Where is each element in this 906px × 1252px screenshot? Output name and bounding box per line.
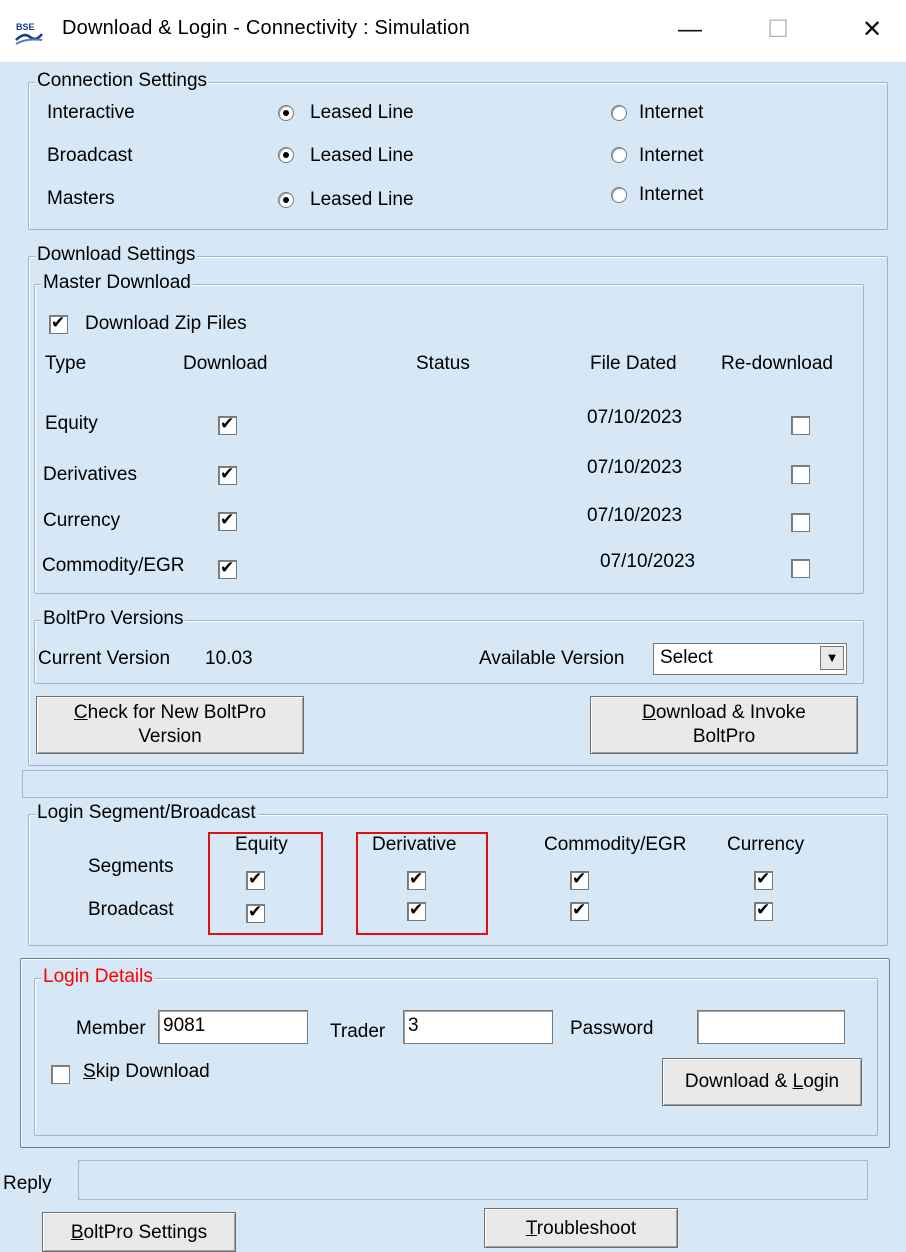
- commodity-egr-file-dated: 07/10/2023: [600, 551, 696, 572]
- check-new-version-label-line2: Version: [138, 726, 202, 747]
- troubleshoot-label: Troubleshoot: [525, 1218, 637, 1239]
- currency-segments-checkbox[interactable]: [754, 869, 773, 890]
- boltpro-settings-button[interactable]: BoltPro Settings: [42, 1212, 236, 1252]
- broadcast-internet-radio[interactable]: [611, 147, 627, 163]
- member-input[interactable]: 9081: [158, 1010, 308, 1044]
- currency-column-label: Currency: [727, 834, 805, 855]
- title-bar[interactable]: BSE Download & Login - Connectivity : Si…: [0, 0, 906, 62]
- troubleshoot-button[interactable]: Troubleshoot: [484, 1208, 678, 1248]
- download-login-label: Download & Login: [684, 1071, 840, 1092]
- interactive-internet-label[interactable]: Internet: [639, 102, 703, 124]
- broadcast-label: Broadcast: [47, 145, 133, 166]
- download-zip-files-label[interactable]: Download Zip Files: [85, 313, 247, 335]
- window-title: Download & Login - Connectivity : Simula…: [62, 17, 470, 39]
- download-invoke-button[interactable]: Download & Invoke BoltPro: [590, 696, 858, 754]
- available-version-label: Available Version: [479, 648, 625, 669]
- broadcast-row-label: Broadcast: [88, 899, 174, 920]
- check-new-version-button[interactable]: Check for New BoltPro Version: [36, 696, 304, 754]
- derivatives-redownload-checkbox[interactable]: [791, 465, 810, 484]
- equity-type-label: Equity: [45, 413, 98, 434]
- redownload-column-header: Re-download: [721, 353, 833, 374]
- available-version-select[interactable]: Select ▼: [653, 643, 847, 675]
- broadcast-leased-line-radio[interactable]: [278, 147, 294, 163]
- currency-type-label: Currency: [43, 510, 121, 531]
- boltpro-settings-label: BoltPro Settings: [70, 1222, 208, 1243]
- master-download-legend: Master Download: [41, 272, 193, 294]
- broadcast-internet-label[interactable]: Internet: [639, 145, 703, 167]
- connection-settings-group: Connection Settings Interactive Leased L…: [28, 70, 888, 230]
- dropdown-arrow-icon[interactable]: ▼: [820, 646, 844, 670]
- equity-highlight-box: [208, 832, 323, 935]
- skip-download-label[interactable]: Skip Download: [83, 1061, 210, 1083]
- currency-broadcast-checkbox[interactable]: [754, 900, 773, 921]
- password-label: Password: [570, 1018, 654, 1039]
- download-column-header: Download: [183, 353, 268, 374]
- minimize-button[interactable]: —: [670, 14, 710, 46]
- download-invoke-label-line1: Download & Invoke: [642, 702, 806, 723]
- currency-download-checkbox[interactable]: [218, 510, 237, 531]
- commodity-egr-broadcast-checkbox[interactable]: [570, 900, 589, 921]
- commodity-egr-type-label: Commodity/EGR: [42, 555, 185, 576]
- download-progress-bar: [22, 770, 888, 798]
- boltpro-versions-legend: BoltPro Versions: [41, 608, 186, 630]
- file-dated-column-header: File Dated: [590, 353, 677, 374]
- interactive-label: Interactive: [47, 102, 135, 123]
- download-login-button[interactable]: Download & Login: [662, 1058, 862, 1106]
- derivatives-download-checkbox[interactable]: [218, 464, 237, 485]
- status-column-header: Status: [416, 353, 470, 374]
- commodity-egr-download-checkbox[interactable]: [218, 558, 237, 579]
- commodity-egr-column-label: Commodity/EGR: [544, 834, 687, 855]
- login-details-legend: Login Details: [41, 966, 155, 988]
- derivatives-type-label: Derivatives: [43, 464, 137, 485]
- broadcast-leased-line-label[interactable]: Leased Line: [310, 145, 414, 167]
- interactive-internet-radio[interactable]: [611, 105, 627, 121]
- member-label: Member: [76, 1018, 146, 1039]
- connection-settings-legend: Connection Settings: [35, 70, 210, 92]
- equity-redownload-checkbox[interactable]: [791, 416, 810, 435]
- derivative-highlight-box: [356, 832, 488, 935]
- current-version-label: Current Version: [38, 648, 171, 669]
- currency-file-dated: 07/10/2023: [587, 505, 683, 526]
- available-version-value: Select: [660, 647, 713, 668]
- check-new-version-label-line1: Check for New BoltPro: [73, 702, 267, 723]
- login-segment-legend: Login Segment/Broadcast: [35, 802, 258, 824]
- login-details-group: Login Details Member Trader Password Ski…: [34, 966, 878, 1136]
- masters-label: Masters: [47, 188, 115, 209]
- reply-label: Reply: [3, 1173, 52, 1194]
- equity-download-checkbox[interactable]: [218, 414, 237, 435]
- trader-input[interactable]: 3: [403, 1010, 553, 1044]
- derivatives-file-dated: 07/10/2023: [587, 457, 683, 478]
- type-column-header: Type: [45, 353, 87, 374]
- skip-download-checkbox[interactable]: [51, 1065, 70, 1084]
- download-invoke-label-line2: BoltPro: [692, 726, 756, 747]
- close-button[interactable]: ✕: [852, 14, 892, 46]
- bse-icon: BSE: [14, 20, 44, 46]
- commodity-egr-redownload-checkbox[interactable]: [791, 559, 810, 578]
- equity-file-dated: 07/10/2023: [587, 407, 683, 428]
- master-download-group: Master Download Download Zip Files Type …: [34, 272, 864, 594]
- reply-field: [78, 1160, 868, 1200]
- masters-internet-radio[interactable]: [611, 187, 627, 203]
- currency-redownload-checkbox[interactable]: [791, 513, 810, 532]
- trader-label: Trader: [330, 1021, 386, 1042]
- maximize-button[interactable]: ☐: [758, 14, 798, 46]
- segments-row-label: Segments: [88, 856, 174, 877]
- svg-text:BSE: BSE: [16, 22, 35, 32]
- download-settings-legend: Download Settings: [35, 244, 198, 266]
- download-zip-files-checkbox[interactable]: [49, 313, 68, 334]
- interactive-leased-line-radio[interactable]: [278, 105, 294, 121]
- interactive-leased-line-label[interactable]: Leased Line: [310, 102, 414, 124]
- masters-leased-line-radio[interactable]: [278, 192, 294, 208]
- password-input[interactable]: [697, 1010, 845, 1044]
- current-version-value: 10.03: [205, 648, 253, 669]
- masters-internet-label[interactable]: Internet: [639, 184, 703, 206]
- commodity-egr-segments-checkbox[interactable]: [570, 869, 589, 890]
- masters-leased-line-label[interactable]: Leased Line: [310, 189, 414, 211]
